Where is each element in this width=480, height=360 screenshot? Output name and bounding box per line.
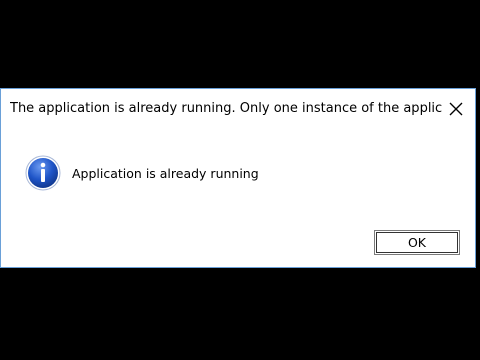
info-icon	[25, 155, 61, 191]
dialog-titlebar[interactable]: The application is already running. Only…	[1, 89, 475, 129]
dialog-message: Application is already running	[72, 166, 259, 181]
message-dialog: The application is already running. Only…	[0, 88, 476, 268]
close-button[interactable]	[441, 95, 471, 123]
ok-button[interactable]: OK	[374, 230, 460, 255]
dialog-title: The application is already running. Only…	[10, 101, 442, 116]
dialog-body: Application is already running	[1, 129, 475, 209]
close-icon	[449, 102, 463, 116]
